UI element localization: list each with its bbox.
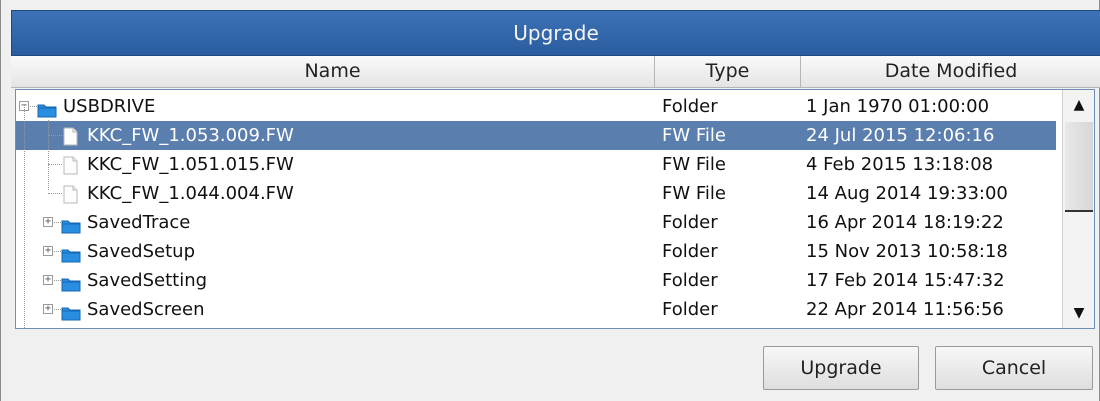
row-type: FW File (662, 125, 726, 146)
folder-icon (37, 98, 57, 118)
row-name: KKC_FW_1.044.004.FW (87, 183, 294, 204)
row-date: 15 Nov 2013 10:58:18 (806, 241, 1008, 262)
folder-row[interactable]: − USBDRIVE Folder 1 Jan 1970 01:00:00 (16, 92, 1056, 121)
upgrade-dialog: Upgrade Name Type Date Modified − USBDRIV… (0, 0, 1100, 401)
folder-icon (61, 243, 81, 263)
column-date-header[interactable]: Date Modified (801, 56, 1100, 87)
file-icon (63, 155, 78, 175)
row-type: Folder (662, 96, 718, 117)
expand-icon[interactable]: + (43, 246, 53, 256)
row-name: KKC_FW_1.053.009.FW (87, 125, 294, 146)
row-name: SavedSetting (87, 270, 208, 291)
row-name: USBDRIVE (63, 96, 156, 117)
row-date: 1 Jan 1970 01:00:00 (806, 96, 990, 117)
file-row[interactable]: KKC_FW_1.051.015.FW FW File 4 Feb 2015 13:… (16, 150, 1056, 179)
file-icon (63, 126, 78, 146)
row-date: 22 Apr 2014 11:56:56 (806, 299, 1004, 320)
row-type: Folder (662, 212, 718, 233)
upgrade-button[interactable]: Upgrade (763, 346, 919, 390)
expand-icon[interactable]: + (43, 275, 53, 285)
file-row[interactable]: KKC_FW_1.053.009.FW FW File 24 Jul 2015 12… (16, 121, 1056, 150)
folder-row[interactable]: + SavedScreen Folder 22 Apr 2014 11:56:56 (16, 295, 1056, 324)
row-name: SavedTrace (87, 212, 191, 233)
folder-icon (61, 301, 81, 321)
row-date: 24 Jul 2015 12:06:16 (806, 125, 995, 146)
file-tree: − USBDRIVE Folder 1 Jan 1970 01:00:00 KKC_FW… (15, 89, 1095, 329)
row-type: Folder (662, 299, 718, 320)
tree-guide-line (48, 120, 49, 190)
row-type: Folder (662, 241, 718, 262)
vertical-scrollbar[interactable]: ▲ ▼ (1062, 90, 1094, 328)
scroll-down-icon[interactable]: ▼ (1063, 298, 1094, 328)
folder-icon (61, 214, 81, 234)
column-header: Name Type Date Modified (11, 56, 1100, 88)
row-date: 16 Apr 2014 18:19:22 (806, 212, 1004, 233)
row-date: 4 Feb 2015 13:18:08 (806, 154, 994, 175)
folder-row[interactable]: + SavedSetup Folder 15 Nov 2013 10:58:18 (16, 237, 1056, 266)
row-type: FW File (662, 183, 726, 204)
file-row[interactable]: KKC_FW_1.044.004.FW FW File 14 Aug 2014 19… (16, 179, 1056, 208)
dialog-titlebar: Upgrade (11, 10, 1100, 56)
scroll-up-icon[interactable]: ▲ (1063, 90, 1094, 120)
row-date: 17 Feb 2014 15:47:32 (806, 270, 1005, 291)
row-date: 14 Aug 2014 19:33:00 (806, 183, 1008, 204)
row-name: SavedScreen (87, 299, 205, 320)
folder-row[interactable]: + SavedSetting Folder 17 Feb 2014 15:47:32 (16, 266, 1056, 295)
column-type-header[interactable]: Type (655, 56, 801, 87)
tree-guide-line (24, 104, 25, 328)
dialog-title: Upgrade (513, 21, 599, 45)
expand-icon[interactable]: + (43, 304, 53, 314)
row-name: SavedSetup (87, 241, 195, 262)
row-type: Folder (662, 270, 718, 291)
column-name-header[interactable]: Name (11, 56, 655, 87)
scroll-thumb[interactable] (1065, 122, 1093, 212)
folder-row[interactable]: + SavedTrace Folder 16 Apr 2014 18:19:22 (16, 208, 1056, 237)
row-type: FW File (662, 154, 726, 175)
folder-icon (61, 272, 81, 292)
cancel-button[interactable]: Cancel (935, 346, 1093, 390)
file-icon (63, 184, 78, 204)
expand-icon[interactable]: + (43, 217, 53, 227)
row-name: KKC_FW_1.051.015.FW (87, 154, 294, 175)
